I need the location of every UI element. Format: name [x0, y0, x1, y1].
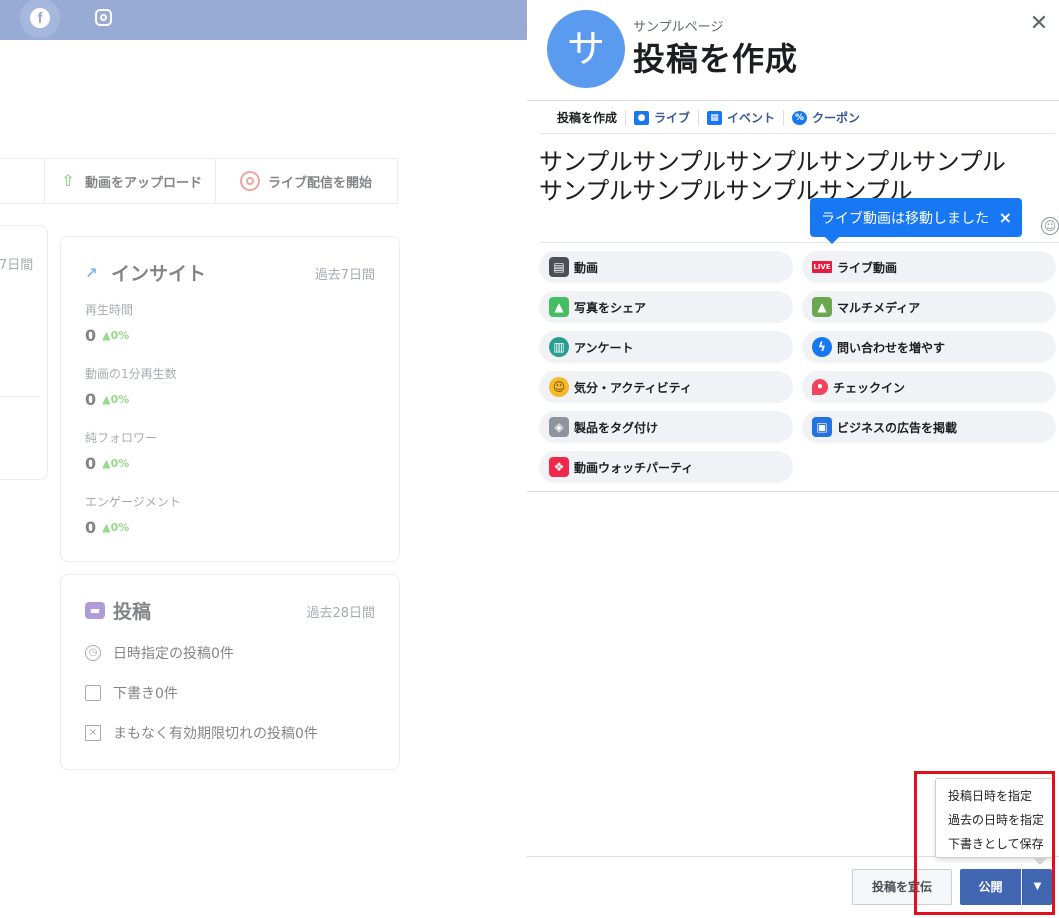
divider — [539, 242, 1059, 243]
option-watch-party[interactable]: ❖ 動画ウォッチパーティ — [539, 451, 793, 483]
tooltip-text: ライブ動画は移動しました — [821, 210, 989, 227]
dialog-header: サ サンプルページ 投稿を作成 ✕ — [527, 0, 1059, 101]
option-label: 問い合わせを増やす — [837, 340, 946, 355]
dialog-title: 投稿を作成 — [633, 40, 799, 78]
photo-icon: ▲ — [549, 297, 569, 317]
smiley-icon: ☺ — [549, 377, 569, 397]
coupon-icon: % — [792, 110, 808, 125]
multimedia-icon: ▲ — [812, 297, 832, 317]
option-label: ライブ動画 — [837, 260, 898, 275]
option-tag-products[interactable]: ◈ 製品をタグ付け — [539, 411, 793, 443]
tab-coupon[interactable]: % クーポン — [784, 110, 868, 126]
emoji-icon[interactable]: ☺ — [1041, 217, 1059, 235]
option-poll[interactable]: ▥ アンケート — [539, 331, 793, 363]
popcorn-icon: ❖ — [549, 457, 569, 477]
post-type-tabs: 投稿を作成 ● ライブ ▦ イベント % クーポン — [539, 102, 1055, 134]
tab-label: ライブ — [654, 111, 691, 125]
option-label: 写真をシェア — [574, 300, 647, 315]
live-camera-icon: ● — [634, 110, 650, 125]
close-icon[interactable]: ✕ — [1027, 12, 1051, 36]
option-live-video[interactable]: LIVE ライブ動画 — [802, 251, 1056, 283]
tab-label: 投稿を作成 — [557, 111, 618, 125]
option-video[interactable]: ▤ 動画 — [539, 251, 793, 283]
option-label: アンケート — [574, 340, 634, 355]
option-feeling-activity[interactable]: ☺ 気分・アクティビティ — [539, 371, 793, 403]
option-label: ビジネスの広告を掲載 — [837, 420, 958, 435]
messenger-icon: ϟ — [812, 337, 832, 357]
option-share-photo[interactable]: ▲ 写真をシェア — [539, 291, 793, 323]
tooltip-close-icon[interactable]: × — [999, 208, 1012, 227]
page-name: サンプルページ — [633, 20, 724, 35]
tab-event[interactable]: ▦ イベント — [699, 109, 785, 126]
tab-label: イベント — [727, 111, 776, 125]
option-label: 動画ウォッチパーティ — [574, 460, 694, 475]
clapperboard-icon: ▤ — [549, 257, 569, 277]
option-label: チェックイン — [833, 380, 906, 395]
tab-live[interactable]: ● ライブ — [626, 109, 700, 126]
option-business-ad[interactable]: ▣ ビジネスの広告を掲載 — [802, 411, 1056, 443]
live-badge-icon: LIVE — [812, 261, 832, 273]
option-check-in[interactable]: • チェックイン — [802, 371, 1056, 403]
location-pin-icon: • — [812, 379, 828, 395]
tag-icon: ◈ — [549, 417, 569, 437]
ad-icon: ▣ — [812, 417, 832, 437]
live-moved-tooltip: ライブ動画は移動しました × — [810, 198, 1022, 244]
calendar-icon: ▦ — [707, 110, 723, 125]
option-get-messages[interactable]: ϟ 問い合わせを増やす — [802, 331, 1056, 363]
option-label: 製品をタグ付け — [574, 420, 659, 435]
page-avatar: サ — [547, 10, 625, 88]
option-label: 気分・アクティビティ — [574, 380, 692, 395]
divider — [527, 491, 1059, 492]
option-label: マルチメディア — [837, 300, 921, 315]
tab-label: クーポン — [812, 111, 861, 125]
tab-create-post[interactable]: 投稿を作成 — [539, 109, 627, 126]
option-label: 動画 — [574, 260, 599, 275]
highlight-annotation-box — [914, 771, 1055, 915]
option-multimedia[interactable]: ▲ マルチメディア — [802, 291, 1056, 323]
modal-backdrop[interactable] — [0, 0, 527, 918]
poll-icon: ▥ — [549, 337, 569, 357]
